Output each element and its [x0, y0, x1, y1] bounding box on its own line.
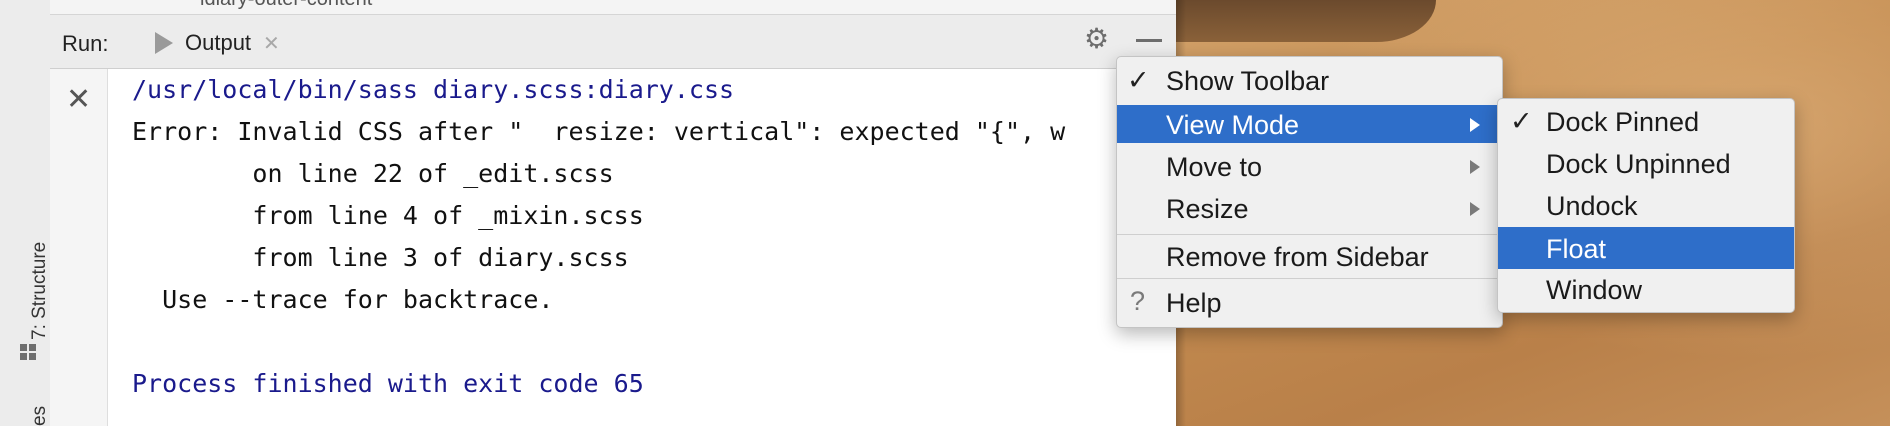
console-line: Error: Invalid CSS after " resize: verti… — [132, 117, 1066, 146]
menu-item-label: Move to — [1166, 152, 1263, 182]
submenu-item-dock-pinned[interactable]: ✓ Dock Pinned — [1498, 102, 1794, 140]
structure-tool-button[interactable]: 7: Structure — [29, 242, 51, 340]
submenu-item-undock[interactable]: Undock — [1498, 186, 1794, 224]
tab-close-icon[interactable]: ✕ — [263, 31, 280, 56]
menu-item-label: Dock Pinned — [1546, 107, 1700, 137]
menu-item-label: Float — [1546, 234, 1607, 264]
run-toolbar-gutter: ✕ — [50, 69, 108, 426]
menu-item-label: Dock Unpinned — [1546, 149, 1731, 179]
console-line: from line 4 of _mixin.scss — [132, 201, 644, 230]
submenu-arrow-icon — [1470, 118, 1480, 132]
tab-output-label: Output — [185, 30, 252, 55]
menu-item-label: View Mode — [1166, 110, 1300, 140]
menu-item-label: Undock — [1546, 191, 1638, 221]
menu-item-show-toolbar[interactable]: ✓ Show Toolbar — [1117, 61, 1502, 99]
tool-window-options-menu: ✓ Show Toolbar View Mode Move to Resize … — [1116, 56, 1503, 328]
favorites-tool-label: es — [29, 405, 50, 426]
submenu-arrow-icon — [1470, 160, 1480, 174]
menu-item-view-mode[interactable]: View Mode — [1117, 105, 1502, 143]
menu-separator — [1117, 234, 1502, 235]
gear-icon[interactable]: ⚙ — [1084, 25, 1109, 53]
menu-item-move-to[interactable]: Move to — [1117, 147, 1502, 185]
checkmark-icon: ✓ — [1510, 106, 1533, 137]
structure-tool-label: 7: Structure — [29, 241, 50, 340]
menu-item-label: Window — [1546, 275, 1643, 305]
view-mode-submenu: ✓ Dock Pinned Dock Unpinned Undock Float… — [1497, 98, 1795, 313]
help-icon: ? — [1130, 286, 1146, 316]
menu-item-resize[interactable]: Resize — [1117, 189, 1502, 227]
submenu-item-float[interactable]: Float — [1498, 227, 1794, 269]
ide-window: 7: Structure es ldiary-outer-content Run… — [0, 0, 1176, 426]
menu-item-remove-from-sidebar[interactable]: Remove from Sidebar — [1117, 237, 1502, 275]
tab-output[interactable]: Output ✕ — [155, 23, 280, 63]
console-output[interactable]: /usr/local/bin/sass diary.scss:diary.css… — [108, 69, 1176, 426]
desktop-shadow-shape — [1176, 0, 1436, 42]
menu-separator — [1117, 278, 1502, 279]
checkmark-icon: ✓ — [1127, 65, 1150, 96]
submenu-item-window[interactable]: Window — [1498, 270, 1794, 308]
left-tool-strip: 7: Structure es — [0, 0, 51, 426]
menu-item-label: Show Toolbar — [1166, 66, 1330, 96]
console-line: Use --trace for backtrace. — [132, 285, 554, 314]
run-tool-header: Run: Output ✕ ⚙ — [50, 15, 1176, 69]
play-icon — [155, 32, 173, 54]
editor-fragment-text: ldiary-outer-content — [200, 0, 372, 11]
submenu-arrow-icon — [1470, 202, 1480, 216]
console-line: on line 22 of _edit.scss — [132, 159, 614, 188]
minimize-icon[interactable] — [1136, 39, 1162, 42]
menu-item-label: Help — [1166, 288, 1222, 318]
structure-icon — [20, 344, 38, 362]
close-run-icon[interactable]: ✕ — [66, 85, 91, 115]
menu-item-help[interactable]: ? Help — [1117, 283, 1502, 321]
submenu-item-dock-unpinned[interactable]: Dock Unpinned — [1498, 144, 1794, 182]
run-label: Run: — [62, 31, 109, 56]
editor-top-strip: ldiary-outer-content — [50, 0, 1176, 15]
menu-item-label: Remove from Sidebar — [1166, 242, 1429, 272]
menu-item-label: Resize — [1166, 194, 1249, 224]
console-line: /usr/local/bin/sass diary.scss:diary.css — [132, 75, 735, 104]
console-line: Process finished with exit code 65 — [132, 369, 644, 398]
favorites-tool-button[interactable]: es — [29, 406, 51, 426]
console-line: from line 3 of diary.scss — [132, 243, 629, 272]
